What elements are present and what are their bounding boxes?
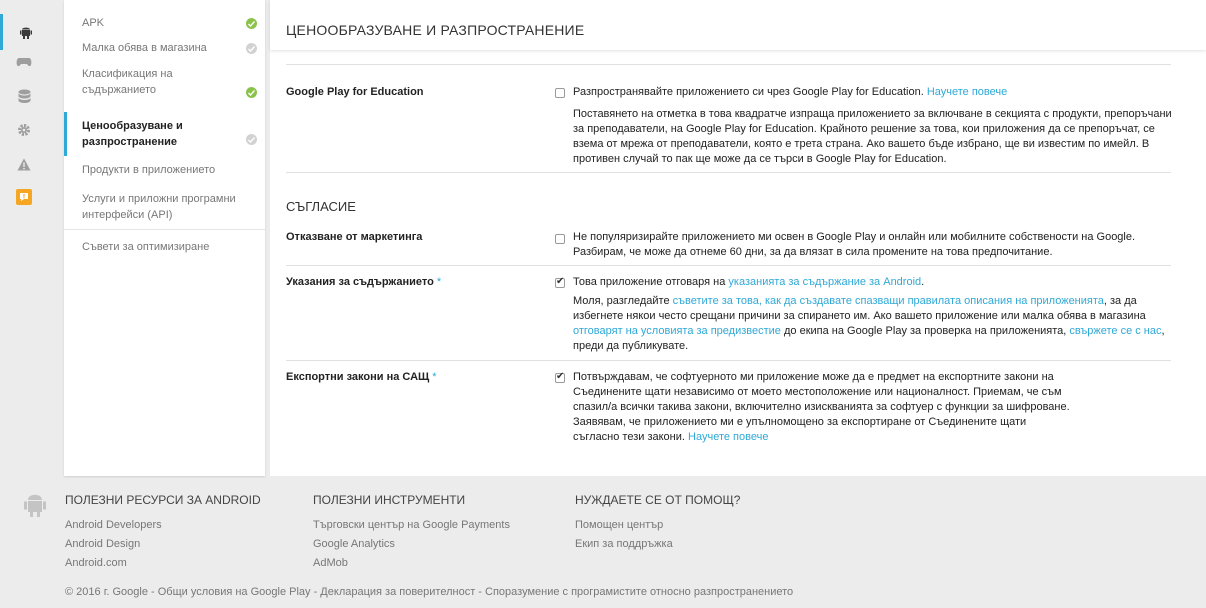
guidelines-text-end: . [921,276,925,288]
rail-alerts[interactable] [0,146,48,182]
footer-col-resources: ПОЛЕЗНИ РЕСУРСИ ЗА ANDROID Android Devel… [65,493,261,576]
education-checkbox-text: Разпространявайте приложението си чрез G… [573,86,924,98]
sidebar-item-in-app-products[interactable]: Продукти в приложението [64,162,265,178]
contact-us-link[interactable]: свържете се с нас [1069,325,1161,337]
education-label: Google Play for Education [286,86,424,98]
footer-link-android-com[interactable]: Android.com [65,557,261,570]
check-pending-icon [246,134,257,145]
copyright: © 2016 г. Google - Общи условия на Googl… [65,586,794,598]
divider [286,172,1171,173]
icon-rail [0,0,48,476]
required-marker: * [432,371,437,383]
required-marker: * [436,276,442,288]
footer-link-android-design[interactable]: Android Design [65,538,261,551]
page-title: ЦЕНООБРАЗУВАНЕ И РАЗПРОСТРАНЕНИЕ [286,22,585,38]
marketing-text: Не популяризирайте приложението ми освен… [573,231,1136,258]
guidelines-checkbox[interactable] [555,276,565,288]
policy-tips-link[interactable]: съветите за това, как да създавате спазв… [673,295,1104,307]
export-checkbox[interactable] [555,371,565,383]
sidebar-item-store-listing[interactable]: Малка обява в магазина [64,40,265,56]
footer-col-title: ПОЛЕЗНИ РЕСУРСИ ЗА ANDROID [65,493,261,507]
divider [286,360,1171,361]
consent-section-title: СЪГЛАСИЕ [286,199,356,214]
guidelines-description: Моля, разгледайте съветите за това, как … [573,294,1178,354]
guidelines-text: Това приложение отговаря на [573,276,729,288]
footer-link-support-team[interactable]: Екип за поддръжка [575,538,740,551]
divider [286,265,1171,266]
education-checkbox-label: Разпространявайте приложението си чрез G… [573,85,1173,100]
sidebar-item-label: APK [82,17,105,29]
export-learn-more-link[interactable]: Научете повече [688,431,768,443]
footer-col-title: НУЖДАЕТЕ СЕ ОТ ПОМОЩ? [575,493,741,507]
sidebar-item-label: Съвети за оптимизиране [82,241,210,253]
footer-link-help-center[interactable]: Помощен център [575,519,740,532]
database-icon [18,89,30,103]
marketing-checkbox[interactable] [555,234,565,244]
sidebar-item-label: Малка обява в магазина [82,42,207,54]
page-header: ЦЕНООБРАЗУВАНЕ И РАЗПРОСТРАНЕНИЕ [270,0,1206,50]
rail-feedback[interactable] [0,179,48,215]
speech-alert-icon [16,189,32,205]
footer: ПОЛЕЗНИ РЕСУРСИ ЗА ANDROID Android Devel… [0,476,1206,608]
rail-settings[interactable] [0,112,48,148]
footer-link-admob[interactable]: AdMob [313,557,510,570]
footer-col-title: ПОЛЕЗНИ ИНСТРУМЕНТИ [313,493,466,507]
sidebar-item-pricing-distribution[interactable]: Ценообразуване и разпространение [64,112,265,156]
check-complete-icon [246,18,257,29]
sidebar-divider [64,229,265,230]
education-learn-more-link[interactable]: Научете повече [927,86,1007,98]
guidelines-label: Указания за съдържанието * [286,276,441,288]
export-label: Експортни закони на САЩ * [286,371,437,383]
rail-games[interactable] [0,44,48,80]
guidelines-link[interactable]: указанията за съдържание за Android [728,276,921,288]
guidelines-desc-part: Моля, разгледайте [573,295,673,307]
android-logo-icon [24,492,46,521]
footer-col-tools: ПОЛЕЗНИ ИНСТРУМЕНТИ Търговски център на … [313,493,510,576]
sidebar-item-label: Класификация на съдържанието [82,68,173,96]
footer-link-analytics[interactable]: Google Analytics [313,538,510,551]
check-complete-icon [246,87,257,98]
education-checkbox[interactable] [555,88,565,98]
main-panel: ЦЕНООБРАЗУВАНЕ И РАЗПРОСТРАНЕНИЕ Google … [270,0,1206,476]
check-pending-icon [246,43,257,54]
divider [286,64,1171,65]
sidebar-item-services-apis[interactable]: Услуги и приложни програмни интерфейси (… [64,191,265,223]
sidebar-item-label: Ценообразуване и разпространение [82,120,183,148]
android-icon [19,27,32,39]
sidebar: APK Малка обява в магазина Класификация … [64,0,265,476]
warning-icon [17,158,31,170]
sidebar-item-apk[interactable]: APK [64,15,265,31]
export-label-text: Експортни закони на САЩ [286,371,430,383]
gamepad-icon [16,58,32,67]
guidelines-label-text: Указания за съдържанието [286,276,434,288]
sidebar-item-content-rating[interactable]: Класификация на съдържанието [64,66,265,98]
sidebar-item-optimization-tips[interactable]: Съвети за оптимизиране [64,239,265,255]
sidebar-item-label: Продукти в приложението [82,164,216,176]
footer-link-payments[interactable]: Търговски център на Google Payments [313,519,510,532]
footer-link-android-developers[interactable]: Android Developers [65,519,261,532]
export-text-block: Потвърждавам, че софтуерното ми приложен… [573,370,1071,445]
education-description: Поставянето на отметка в това квадратче … [573,108,1172,165]
sidebar-item-label: Услуги и приложни програмни интерфейси (… [82,193,236,221]
rail-database[interactable] [0,78,48,114]
export-text: Потвърждавам, че софтуерното ми приложен… [573,371,1070,443]
footer-col-help: НУЖДАЕТЕ СЕ ОТ ПОМОЩ? Помощен център Еки… [575,493,740,557]
guidelines-checkbox-label: Това приложение отговаря на указанията з… [573,275,1173,290]
guidelines-desc-part: до екипа на Google Play за проверка на п… [780,325,1070,337]
marketing-label: Отказване от маркетинга [286,231,423,243]
gear-icon [18,124,30,136]
prenotification-link[interactable]: отговарят на условията за предизвестие [573,325,781,337]
